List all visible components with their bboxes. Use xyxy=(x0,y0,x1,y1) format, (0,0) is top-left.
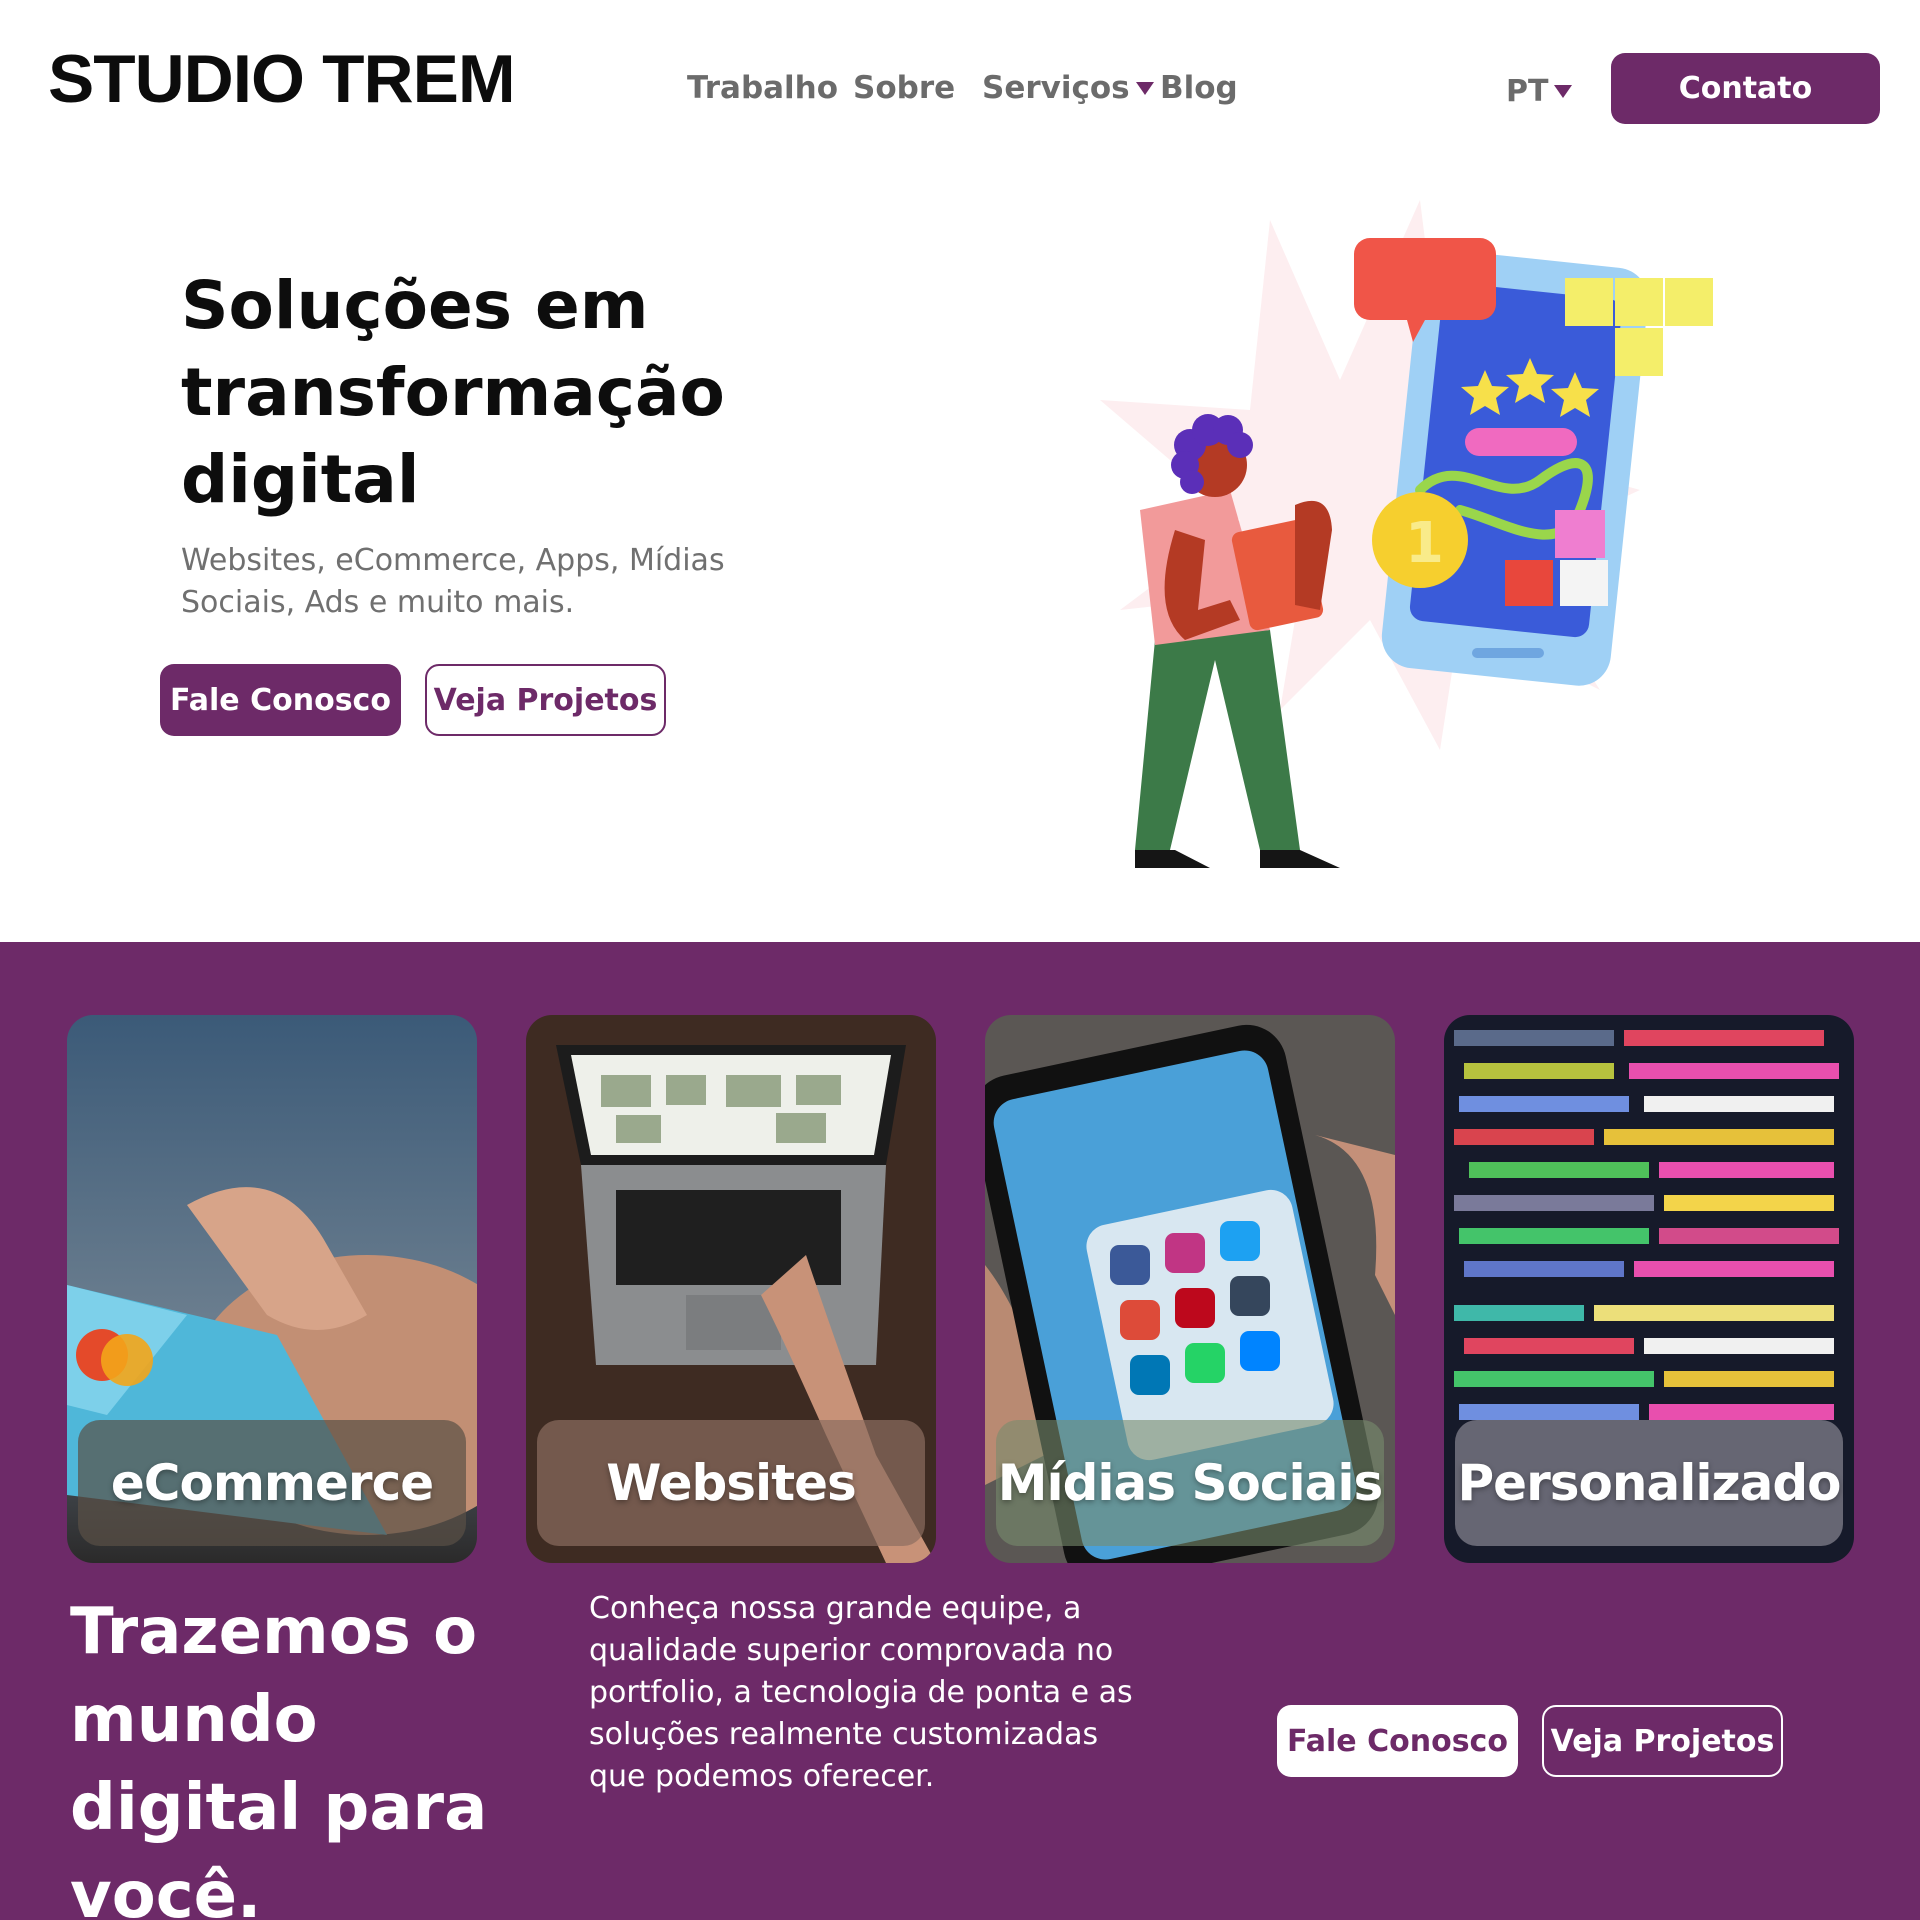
contact-button[interactable]: Contato xyxy=(1611,53,1880,124)
card-label-box: Personalizado xyxy=(1455,1420,1843,1546)
hero-projects-button[interactable]: Veja Projetos xyxy=(425,664,666,736)
card-label: eCommerce xyxy=(110,1454,434,1512)
svg-text:1: 1 xyxy=(1405,511,1444,576)
nav-sobre[interactable]: Sobre xyxy=(853,70,955,106)
card-label-box: eCommerce xyxy=(78,1420,466,1546)
about-contact-button[interactable]: Fale Conosco xyxy=(1277,1705,1518,1777)
card-label: Personalizado xyxy=(1457,1454,1842,1512)
card-label-box: Websites xyxy=(537,1420,925,1546)
service-card-personalizado[interactable]: Personalizado xyxy=(1444,1015,1854,1563)
service-card-midias-sociais[interactable]: Mídias Sociais xyxy=(985,1015,1395,1563)
nav-servicos[interactable]: Serviços xyxy=(982,70,1154,106)
card-label: Websites xyxy=(606,1454,857,1512)
site-logo[interactable]: STUDIO TREM xyxy=(48,40,516,118)
about-projects-button[interactable]: Veja Projetos xyxy=(1542,1705,1783,1777)
service-card-websites[interactable]: Websites xyxy=(526,1015,936,1563)
nav-servicos-label: Serviços xyxy=(982,70,1130,106)
service-card-ecommerce[interactable]: eCommerce xyxy=(67,1015,477,1563)
nav-blog[interactable]: Blog xyxy=(1160,70,1238,106)
caret-down-icon xyxy=(1135,82,1154,95)
hero-subtitle: Websites, eCommerce, Apps, Mídias Sociai… xyxy=(181,543,725,620)
caret-down-icon xyxy=(1554,85,1573,98)
about-title: Trazemos o mundo digital para você. xyxy=(70,1595,488,1920)
language-selector[interactable]: PT xyxy=(1506,74,1573,109)
language-label: PT xyxy=(1506,74,1549,109)
hero-title: Soluções em transformação digital xyxy=(181,267,725,518)
card-label: Mídias Sociais xyxy=(997,1454,1384,1512)
card-label-box: Mídias Sociais xyxy=(996,1420,1384,1546)
social-app-icons xyxy=(1110,1221,1280,1395)
hero-illustration: 1 xyxy=(1100,200,1713,868)
nav-trabalho[interactable]: Trabalho xyxy=(687,70,838,106)
about-text: Conheça nossa grande equipe, a qualidade… xyxy=(589,1591,1133,1794)
hero-contact-button[interactable]: Fale Conosco xyxy=(160,664,401,736)
